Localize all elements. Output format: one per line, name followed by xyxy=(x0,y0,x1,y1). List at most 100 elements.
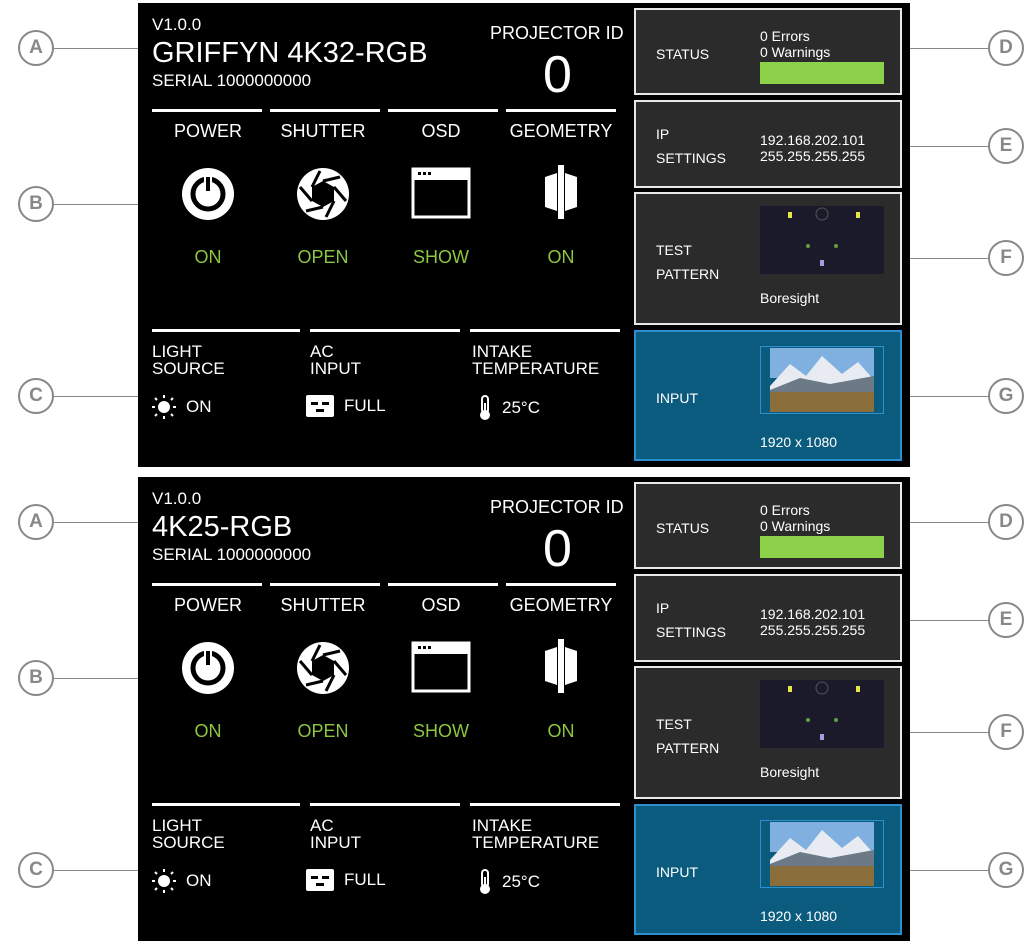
callout-d: D xyxy=(988,504,1024,540)
projector-id-value: 0 xyxy=(543,520,572,578)
shutter-label: SHUTTER xyxy=(280,121,366,141)
ip-settings-label: IP SETTINGS xyxy=(656,600,727,640)
light-source-value: ON xyxy=(186,871,212,890)
subnet-mask: 255.255.255.255 xyxy=(760,148,866,164)
projector-id-label: PROJECTOR ID xyxy=(490,23,624,43)
ac-input-value: FULL xyxy=(344,396,386,415)
status-card[interactable]: STATUS 0 Errors 0 Warnings xyxy=(634,8,902,95)
input-thumbnail xyxy=(760,346,884,414)
intake-temperature-status: 25°C xyxy=(478,869,540,895)
test-pattern-card[interactable]: TEST PATTERN Boresight xyxy=(634,192,902,325)
ip-settings-card[interactable]: IP SETTINGS 192.168.202.101 255.255.255.2… xyxy=(634,100,902,188)
geometry-icon xyxy=(545,165,577,219)
projector-status-panel: V1.0.0 4K25-RGB SERIAL 1000000000 PROJEC… xyxy=(138,477,910,941)
callout-line xyxy=(906,258,990,259)
callout-line xyxy=(906,732,990,733)
serial-number: SERIAL 1000000000 xyxy=(152,71,312,90)
health-status-bar xyxy=(760,536,884,558)
divider xyxy=(470,803,620,806)
callout-line xyxy=(54,678,140,679)
geometry-label: GEOMETRY xyxy=(509,121,613,141)
power-state: ON xyxy=(194,721,222,741)
power-icon xyxy=(182,642,234,694)
callout-g: G xyxy=(988,378,1024,414)
ac-input-label: AC INPUT xyxy=(310,816,361,852)
health-status-bar xyxy=(760,62,884,84)
status-card[interactable]: STATUS 0 Errors 0 Warnings xyxy=(634,482,902,569)
osd-state: SHOW xyxy=(413,721,469,741)
light-source-value: ON xyxy=(186,397,212,416)
osd-state: SHOW xyxy=(413,247,469,267)
shutter-icon xyxy=(297,168,349,220)
shutter-state: OPEN xyxy=(297,721,349,741)
light-source-status: ON xyxy=(152,395,212,419)
callout-f: F xyxy=(988,714,1024,750)
test-pattern-name: Boresight xyxy=(760,764,820,780)
error-count: 0 Errors xyxy=(760,502,810,518)
geometry-state: ON xyxy=(547,247,575,267)
callout-line xyxy=(906,620,990,621)
ac-input-status: FULL xyxy=(306,395,386,417)
osd-window-icon xyxy=(411,167,471,219)
input-thumbnail xyxy=(760,820,884,888)
divider xyxy=(310,329,460,332)
divider xyxy=(310,803,460,806)
callout-c: C xyxy=(18,852,54,888)
callout-line xyxy=(906,48,990,49)
ip-address: 192.168.202.101 xyxy=(760,132,866,148)
light-source-label: LIGHT SOURCE xyxy=(152,816,225,852)
callout-line xyxy=(54,48,140,49)
power-label: POWER xyxy=(173,121,242,141)
ip-settings-card[interactable]: IP SETTINGS 192.168.202.101 255.255.255.2… xyxy=(634,574,902,662)
callout-c: C xyxy=(18,378,54,414)
osd-label: OSD xyxy=(421,595,461,615)
divider xyxy=(506,109,616,112)
intake-temperature-value: 25°C xyxy=(502,872,540,891)
intake-temperature-label: INTAKE TEMPERATURE xyxy=(472,342,600,378)
divider xyxy=(152,329,300,332)
test-pattern-label: TEST PATTERN xyxy=(656,716,720,756)
callout-line xyxy=(906,146,990,147)
boresight-thumbnail xyxy=(760,206,884,274)
input-card[interactable]: INPUT 1920 x 1080 xyxy=(634,330,902,461)
intake-temperature-status: 25°C xyxy=(478,395,540,421)
intake-temperature-label: INTAKE TEMPERATURE xyxy=(472,816,600,852)
intake-temperature-value: 25°C xyxy=(502,398,540,417)
plug-icon xyxy=(306,869,334,891)
projector-status-panel: V1.0.0 GRIFFYN 4K32-RGB SERIAL 100000000… xyxy=(138,3,910,467)
osd-window-icon xyxy=(411,641,471,693)
geometry-state: ON xyxy=(547,721,575,741)
warning-count: 0 Warnings xyxy=(760,44,831,60)
input-label: INPUT xyxy=(656,864,698,880)
serial-number: SERIAL 1000000000 xyxy=(152,545,312,564)
projector-model: GRIFFYN 4K32-RGB xyxy=(152,37,428,69)
light-source-status: ON xyxy=(152,869,212,893)
divider xyxy=(270,583,380,586)
divider xyxy=(506,583,616,586)
projector-id-label: PROJECTOR ID xyxy=(490,497,624,517)
power-icon xyxy=(182,168,234,220)
input-label: INPUT xyxy=(656,390,698,406)
divider xyxy=(270,109,380,112)
boresight-thumbnail xyxy=(760,680,884,748)
callout-line xyxy=(906,522,990,523)
input-card[interactable]: INPUT 1920 x 1080 xyxy=(634,804,902,935)
firmware-version: V1.0.0 xyxy=(152,15,202,34)
error-count: 0 Errors xyxy=(760,28,810,44)
test-pattern-label: TEST PATTERN xyxy=(656,242,720,282)
power-label: POWER xyxy=(173,595,242,615)
light-source-label: LIGHT SOURCE xyxy=(152,342,225,378)
test-pattern-name: Boresight xyxy=(760,290,820,306)
callout-d: D xyxy=(988,30,1024,66)
thermometer-icon xyxy=(480,869,490,894)
callout-a: A xyxy=(18,504,54,540)
test-pattern-card[interactable]: TEST PATTERN Boresight xyxy=(634,666,902,799)
shutter-label: SHUTTER xyxy=(280,595,366,615)
geometry-label: GEOMETRY xyxy=(509,595,613,615)
callout-f: F xyxy=(988,240,1024,276)
divider xyxy=(470,329,620,332)
thermometer-icon xyxy=(480,395,490,420)
shutter-icon xyxy=(297,642,349,694)
callout-line xyxy=(54,522,140,523)
power-state: ON xyxy=(194,247,222,267)
